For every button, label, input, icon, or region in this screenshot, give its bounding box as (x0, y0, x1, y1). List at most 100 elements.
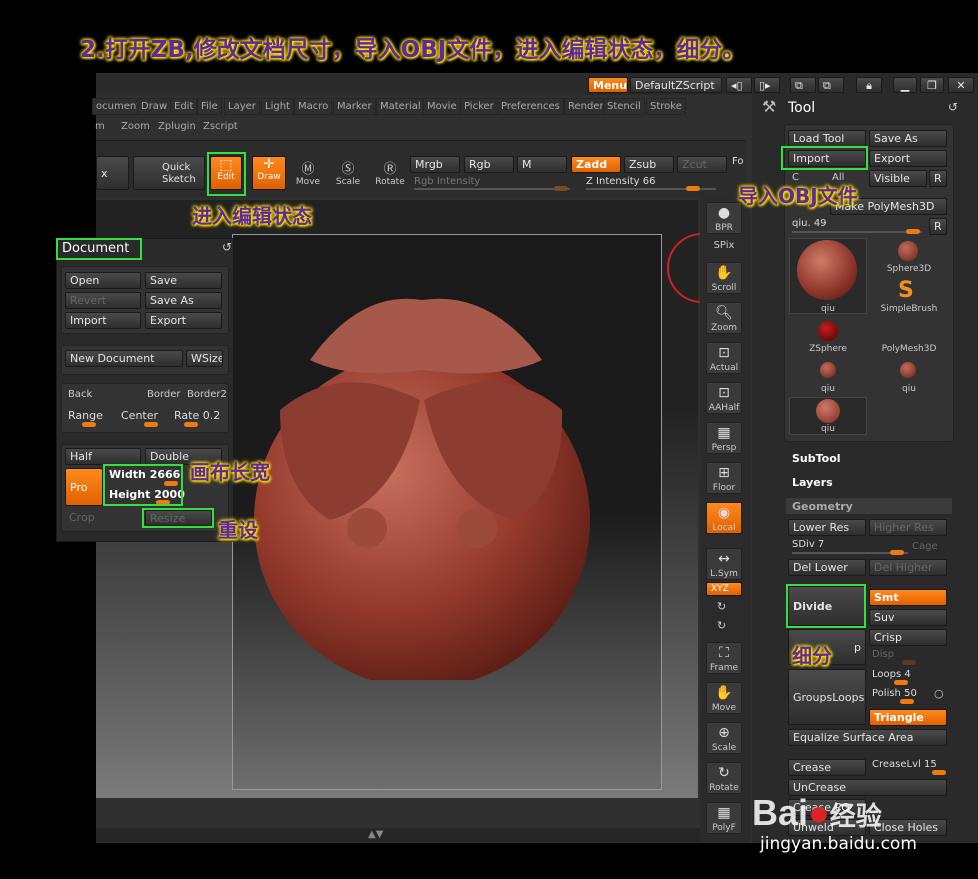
crease-button[interactable]: Crease (788, 759, 866, 776)
crisp-button[interactable]: Crisp (869, 629, 947, 646)
x-button[interactable]: x (96, 156, 129, 190)
quick-sketch-button[interactable]: Quick Sketch (133, 156, 205, 190)
rgb-intensity-slider[interactable]: Rgb Intensity (414, 176, 480, 187)
disp-slider[interactable]: Disp (872, 649, 894, 660)
loops-knob[interactable] (894, 680, 908, 685)
spix-slider[interactable]: SPix (702, 240, 746, 251)
crop-button[interactable]: Crop (65, 510, 141, 526)
tool-save-as-button[interactable]: Save As (869, 130, 947, 147)
center-slider[interactable]: Center (121, 409, 158, 422)
range-slider[interactable]: Range (68, 409, 103, 422)
menus-button[interactable]: Menus (588, 77, 628, 93)
sdiv-slider[interactable]: SDiv 7 (792, 539, 824, 550)
y-rotate-icon[interactable]: ↻ (717, 600, 726, 613)
qiu-thumb-label-a[interactable]: qiu (789, 384, 867, 394)
layout-icon[interactable]: ⧉ (790, 77, 816, 93)
zsphere-label[interactable]: ZSphere (789, 344, 867, 354)
draw-button[interactable]: ✛ Draw (252, 156, 286, 190)
menu-item-zoom[interactable]: Zoom (118, 119, 153, 134)
wsize-button[interactable]: WSize (186, 350, 223, 367)
polish-knob[interactable] (900, 699, 914, 704)
rotate-tool[interactable]: Ⓡ Rotate (374, 158, 406, 187)
doc-save-button[interactable]: Save (145, 272, 222, 289)
polymesh3d-label[interactable]: PolyMesh3D (870, 344, 948, 354)
simplebrush-label[interactable]: SimpleBrush (870, 304, 948, 314)
tool-slider-qiu[interactable]: qiu. 49 (792, 218, 827, 229)
creaselvl-slider[interactable]: CreaseLvl 15 (872, 759, 937, 770)
menu-item-stencil[interactable]: Stencil (603, 98, 645, 115)
r-button[interactable]: R (929, 170, 947, 187)
document-reset-icon[interactable]: ↺ (222, 240, 232, 254)
minimize-icon[interactable]: ▁ (893, 77, 917, 93)
menu-item-picker[interactable]: Picker (460, 98, 498, 115)
sphere3d-label[interactable]: Sphere3D (870, 264, 948, 274)
menu-item-movie[interactable]: Movie (423, 98, 461, 115)
polish-slider[interactable]: Polish 50 (872, 688, 917, 699)
menu-item-render[interactable]: Render (564, 98, 608, 115)
menu-item-macro[interactable]: Macro (294, 98, 333, 115)
rate-knob[interactable] (184, 422, 198, 427)
border2-swatch[interactable]: Border2 (187, 389, 227, 400)
menu-item-layer[interactable]: Layer (224, 98, 260, 115)
equalize-button[interactable]: Equalize Surface Area (788, 729, 947, 746)
smt-button[interactable]: Smt (869, 589, 947, 606)
mrgb-button[interactable]: Mrgb (410, 156, 460, 173)
lock-icon[interactable]: 🔒︎ (856, 77, 882, 93)
menu-item-file[interactable]: File (197, 98, 222, 115)
qiu-thumb-label-b[interactable]: qiu (870, 384, 948, 394)
zsub-button[interactable]: Zsub (624, 156, 674, 173)
tool-reset-icon[interactable]: ↺ (948, 100, 958, 114)
menu-item-m[interactable]: m (92, 119, 108, 134)
suv-button[interactable]: Suv (869, 609, 947, 626)
z-intensity-slider[interactable]: Z Intensity 66 (586, 176, 655, 187)
del-higher-button[interactable]: Del Higher (869, 559, 947, 576)
doc-import-button[interactable]: Import (65, 312, 141, 329)
r2-button[interactable]: R (929, 218, 947, 235)
range-knob[interactable] (82, 422, 96, 427)
menu-item-draw[interactable]: Draw (137, 98, 172, 115)
back-swatch[interactable]: Back (68, 389, 92, 400)
collapse-arrow-icon[interactable]: ▲▼ (368, 829, 383, 840)
menu-item-edit[interactable]: Edit (170, 98, 198, 115)
sdiv-knob[interactable] (890, 550, 904, 555)
menu-item-zscript[interactable]: Zscript (200, 119, 241, 134)
rgb-intensity-knob[interactable] (554, 186, 568, 191)
geometry-header[interactable]: Geometry (792, 500, 853, 513)
triangle-button[interactable]: Triangle (869, 709, 947, 726)
menu-item-stroke[interactable]: Stroke (646, 98, 686, 115)
disp-knob[interactable] (902, 660, 916, 665)
move-tool[interactable]: Ⓜ Move (294, 158, 322, 187)
qiu-knob[interactable] (906, 229, 920, 234)
zadd-button[interactable]: Zadd (571, 156, 621, 173)
doc-export-button[interactable]: Export (145, 312, 222, 329)
tool-export-button[interactable]: Export (869, 150, 947, 167)
loops-slider[interactable]: Loops 4 (872, 669, 911, 680)
menu-item-zplugin[interactable]: Zplugin (155, 119, 199, 134)
menu-item-material[interactable]: Material (376, 98, 425, 115)
close-icon[interactable]: ✕ (948, 77, 974, 93)
layers-header[interactable]: Layers (792, 476, 833, 489)
subtool-header[interactable]: SubTool (792, 452, 841, 465)
higher-res-button[interactable]: Higher Res (869, 519, 947, 536)
script-button[interactable]: DefaultZScript (630, 77, 722, 93)
restore-icon[interactable]: ❐ (920, 77, 944, 93)
new-document-button[interactable]: New Document (65, 350, 183, 367)
visible-button[interactable]: Visible (869, 170, 927, 187)
open-button[interactable]: Open (65, 272, 141, 289)
cage-button[interactable]: Cage (912, 541, 938, 552)
revert-button[interactable]: Revert (65, 292, 141, 309)
doc-save-as-button[interactable]: Save As (145, 292, 222, 309)
half-button[interactable]: Half (65, 448, 141, 465)
del-lower-button[interactable]: Del Lower (788, 559, 866, 576)
pro-button[interactable]: Pro (65, 468, 103, 506)
layout2-icon[interactable]: ⧉ (818, 77, 844, 93)
z-rotate-icon[interactable]: ↻ (717, 619, 726, 632)
menu-item-preferences[interactable]: Preferences (497, 98, 564, 115)
z-intensity-knob[interactable] (686, 186, 700, 191)
scroll-left-button[interactable]: ◂▯ (726, 77, 752, 93)
creaselvl-knob[interactable] (932, 770, 946, 775)
groupsloops-button[interactable]: GroupsLoops (788, 669, 866, 725)
polish-circle-icon[interactable]: ○ (934, 687, 944, 700)
xyz-button[interactable]: XYZ (706, 582, 742, 596)
load-tool-button[interactable]: Load Tool (788, 130, 866, 147)
